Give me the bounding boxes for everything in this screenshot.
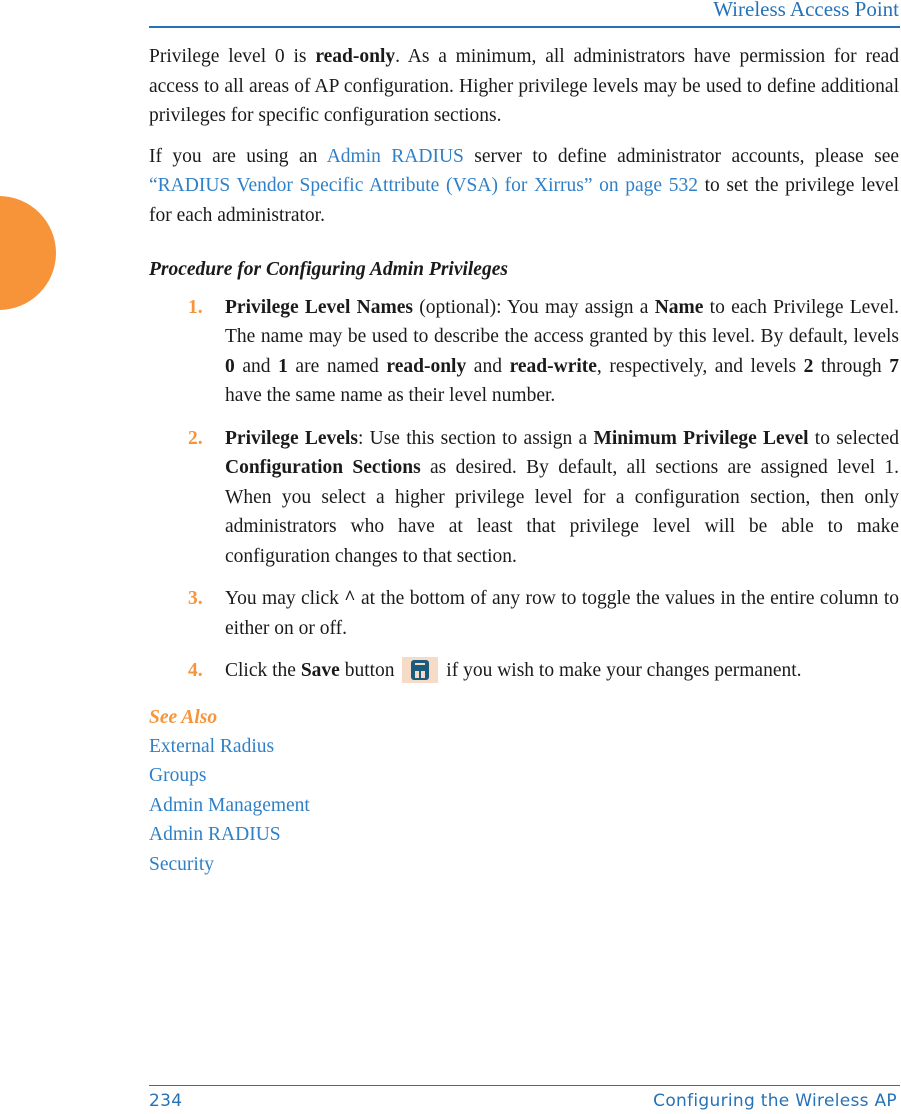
procedure-heading: Procedure for Configuring Admin Privileg… xyxy=(149,259,508,280)
radius-vsa-xref-link[interactable]: “RADIUS Vendor Specific Attribute (VSA) … xyxy=(149,175,698,196)
step-number: 4. xyxy=(188,660,203,681)
intro-paragraph-2: If you are using an Admin RADIUS server … xyxy=(149,145,900,226)
see-also-link-admin-radius[interactable]: Admin RADIUS xyxy=(149,820,899,849)
see-also-link-external-radius[interactable]: External Radius xyxy=(149,732,899,761)
footer-rule xyxy=(149,1085,900,1086)
see-also-list: External Radius Groups Admin Management … xyxy=(149,732,899,879)
procedure-step-1: 1. Privilege Level Names (optional): You … xyxy=(149,293,899,411)
header-rule xyxy=(149,26,900,28)
see-also-link-admin-management[interactable]: Admin Management xyxy=(149,791,899,820)
step-number: 2. xyxy=(188,427,203,449)
page-number: 234 xyxy=(149,1091,183,1111)
see-also-link-groups[interactable]: Groups xyxy=(149,761,899,790)
step-number: 3. xyxy=(188,588,203,609)
see-also-heading: See Also xyxy=(149,706,218,728)
bold-term: read-only xyxy=(315,46,396,67)
save-icon xyxy=(402,656,439,683)
chapter-tab-marker xyxy=(0,196,56,310)
admin-radius-link[interactable]: Admin RADIUS xyxy=(327,146,464,167)
running-header-title: Wireless Access Point xyxy=(713,0,899,21)
running-footer-chapter: Configuring the Wireless AP xyxy=(653,1091,897,1111)
procedure-step-2: 2. Privilege Levels: Use this section to … xyxy=(149,424,899,572)
floppy-disk-icon xyxy=(411,659,430,680)
step-number: 1. xyxy=(188,296,203,318)
see-also-link-security[interactable]: Security xyxy=(149,850,899,879)
procedure-steps: 1. Privilege Level Names (optional): You … xyxy=(149,293,899,686)
procedure-step-4: 4. Click the Save button if you wish to m… xyxy=(149,656,899,686)
intro-paragraph-1: Privilege level 0 is read-only. As a min… xyxy=(149,46,899,126)
page-content: Privilege level 0 is read-only. As a min… xyxy=(149,42,899,879)
procedure-step-3: 3. You may click ^ at the bottom of any r… xyxy=(149,584,899,643)
